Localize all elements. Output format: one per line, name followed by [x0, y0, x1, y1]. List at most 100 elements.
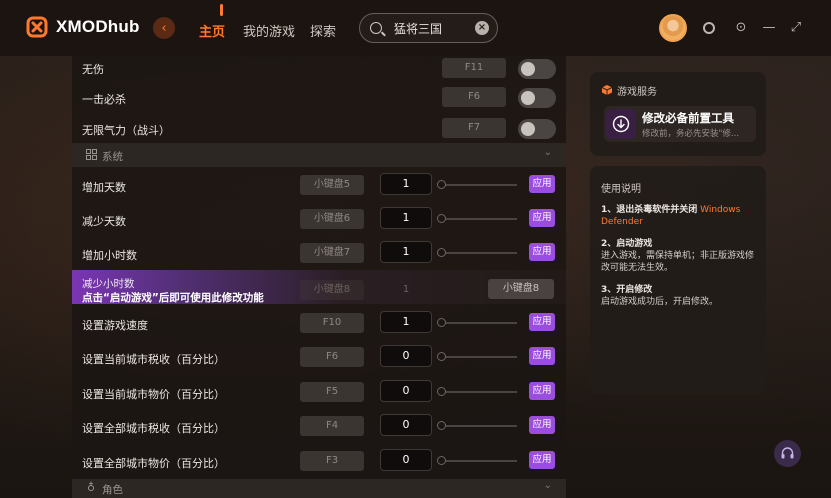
- value-slider[interactable]: [437, 179, 517, 191]
- game-service-card: 游戏服务 修改必备前置工具 修改前，务必先安装"修...: [590, 72, 766, 156]
- section-header-system[interactable]: 系统 ⌄: [72, 143, 566, 167]
- hotkey-badge[interactable]: 小键盘8: [488, 279, 554, 299]
- hotkey-badge[interactable]: F3: [300, 451, 364, 471]
- hotkey-badge[interactable]: F5: [300, 382, 364, 402]
- search-input[interactable]: [394, 21, 474, 35]
- avatar[interactable]: [659, 14, 687, 42]
- value-slider[interactable]: [437, 317, 517, 329]
- clear-icon[interactable]: ×: [475, 21, 489, 35]
- value-input[interactable]: 0: [380, 345, 432, 367]
- cheat-label: 设置游戏速度: [82, 319, 148, 332]
- instruction-step: 1、退出杀毒软件并关闭 Windows Defender: [601, 204, 759, 228]
- top-bar: XMODhub ‹ 主页 我的游戏 探索 × ⊙ — ⤢: [0, 0, 831, 56]
- value-input[interactable]: 1: [380, 311, 432, 333]
- value-slider[interactable]: [437, 247, 517, 259]
- instruction-step: 2、启动游戏 进入游戏，需保持单机；非正版游戏修改可能无法生效。: [601, 238, 759, 274]
- apply-button[interactable]: 应用: [529, 243, 555, 261]
- value-input-disabled: 1: [402, 284, 410, 295]
- value-input[interactable]: 0: [380, 380, 432, 402]
- app-name: XMODhub: [56, 17, 140, 36]
- cheat-label: 一击必杀: [82, 93, 126, 106]
- hotkey-badge-disabled: 小键盘8: [300, 280, 364, 300]
- nav-my-games[interactable]: 我的游戏: [243, 21, 295, 40]
- notification-icon[interactable]: [703, 22, 715, 34]
- nav-home[interactable]: 主页: [199, 21, 225, 40]
- settings-icon[interactable]: ⊙: [733, 20, 749, 36]
- value-input[interactable]: 1: [380, 173, 432, 195]
- value-input[interactable]: 0: [380, 414, 432, 436]
- package-icon: [601, 85, 613, 95]
- hotkey-badge[interactable]: F10: [300, 313, 364, 333]
- arrow-left-icon: ‹: [161, 20, 167, 36]
- cheat-label: 设置当前城市税收（百分比）: [82, 353, 225, 366]
- person-icon: ♁: [87, 481, 96, 494]
- instruction-step: 3、开启修改 启动游戏成功后，开启修改。: [601, 284, 759, 308]
- list-item: 增加天数 小键盘5 1 应用: [72, 168, 566, 202]
- card-title: 使用说明: [601, 184, 641, 195]
- back-button[interactable]: ‹: [153, 17, 175, 39]
- hotkey-badge[interactable]: 小键盘5: [300, 175, 364, 195]
- chevron-down-icon: ⌄: [543, 480, 552, 491]
- hotkey-badge[interactable]: F6: [442, 87, 506, 107]
- value-slider[interactable]: [437, 455, 517, 467]
- cheat-label: 减少小时数: [82, 278, 135, 290]
- cheat-label: 设置当前城市物价（百分比）: [82, 388, 225, 401]
- minimize-icon[interactable]: —: [761, 20, 777, 36]
- hotkey-badge[interactable]: 小键盘7: [300, 243, 364, 263]
- step-heading: 1、退出杀毒软件并关闭: [601, 205, 698, 215]
- value-slider[interactable]: [437, 213, 517, 225]
- hotkey-badge[interactable]: F4: [300, 416, 364, 436]
- toggle-switch[interactable]: [518, 119, 556, 139]
- value-input[interactable]: 0: [380, 449, 432, 471]
- support-button[interactable]: [774, 440, 801, 467]
- apply-button[interactable]: 应用: [529, 347, 555, 365]
- apply-button[interactable]: 应用: [529, 209, 555, 227]
- hotkey-badge[interactable]: F7: [442, 118, 506, 138]
- toggle-switch[interactable]: [518, 88, 556, 108]
- hotkey-badge[interactable]: 小键盘6: [300, 209, 364, 229]
- section-label: 系统: [102, 151, 123, 163]
- step-heading: 3、开启修改: [601, 285, 653, 295]
- cheat-label: 无限气力（战斗）: [82, 124, 170, 137]
- apply-button[interactable]: 应用: [529, 451, 555, 469]
- value-slider[interactable]: [437, 420, 517, 432]
- list-item: 设置全部城市物价（百分比） F3 0 应用: [72, 444, 566, 478]
- hotkey-badge[interactable]: F6: [300, 347, 364, 367]
- xmod-logo-icon: [26, 16, 48, 38]
- apply-button[interactable]: 应用: [529, 175, 555, 193]
- nav-explore[interactable]: 探索: [310, 21, 336, 40]
- item-subtitle: 修改前，务必先安装"修...: [642, 129, 740, 139]
- grid-icon: [86, 149, 97, 160]
- section-header-role[interactable]: ♁ 角色 ⌄: [72, 479, 566, 498]
- list-item: 设置当前城市物价（百分比） F5 0 应用: [72, 375, 566, 409]
- apply-button[interactable]: 应用: [529, 416, 555, 434]
- instructions-card: 使用说明 1、退出杀毒软件并关闭 Windows Defender 2、启动游戏…: [590, 166, 766, 394]
- value-input[interactable]: 1: [380, 207, 432, 229]
- value-input[interactable]: 1: [380, 241, 432, 263]
- card-title: 游戏服务: [617, 87, 657, 98]
- step-body: 启动游戏成功后，开启修改。: [601, 297, 719, 307]
- apply-button[interactable]: 应用: [529, 382, 555, 400]
- hotkey-badge[interactable]: F11: [442, 58, 506, 78]
- apply-button[interactable]: 应用: [529, 313, 555, 331]
- app-logo[interactable]: XMODhub: [26, 16, 140, 38]
- cheat-label: 减少天数: [82, 215, 126, 228]
- active-nav-indicator: [220, 4, 223, 16]
- cheat-label: 设置全部城市税收（百分比）: [82, 422, 225, 435]
- launch-notice: 点击“启动游戏”后即可使用此修改功能: [82, 292, 264, 304]
- prerequisite-tool-item[interactable]: 修改必备前置工具 修改前，务必先安装"修...: [604, 106, 756, 142]
- toggle-switch[interactable]: [518, 59, 556, 79]
- search-box[interactable]: ×: [359, 13, 498, 43]
- list-item: 一击必杀 F6: [72, 85, 566, 119]
- search-icon: [370, 22, 382, 34]
- step-heading: 2、启动游戏: [601, 239, 653, 249]
- headset-icon: [781, 447, 794, 459]
- value-slider[interactable]: [437, 386, 517, 398]
- locked-cheat-row: 减少小时数 点击“启动游戏”后即可使用此修改功能 小键盘8 1 小键盘8: [72, 270, 566, 304]
- maximize-icon[interactable]: ⤢: [788, 20, 804, 36]
- cheat-list: 无伤 F11 一击必杀 F6 无限气力（战斗） F7 系统 ⌄ 增加天数 小键盘…: [72, 56, 566, 498]
- cheat-label: 增加天数: [82, 181, 126, 194]
- list-item: 设置游戏速度 F10 1 应用: [72, 306, 566, 340]
- value-slider[interactable]: [437, 351, 517, 363]
- cheat-label: 无伤: [82, 63, 104, 76]
